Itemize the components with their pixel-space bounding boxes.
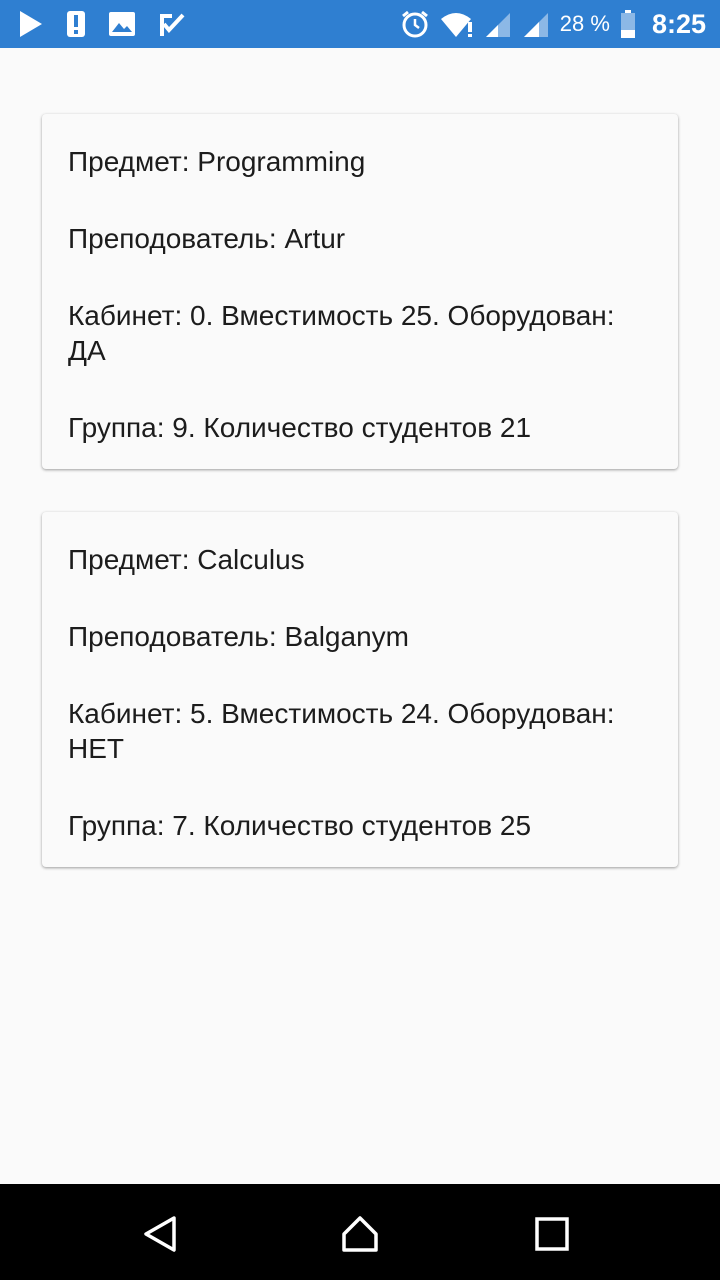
play-store-icon — [20, 11, 42, 37]
lesson-card[interactable]: Предмет: Programming Преподователь: Artu… — [42, 114, 678, 469]
gallery-icon — [109, 12, 135, 36]
battery-percent: 28 % — [559, 11, 610, 36]
notification-icons — [18, 8, 186, 40]
alert-icon — [67, 11, 85, 37]
lesson-list: Предмет: Programming Преподователь: Artu… — [0, 48, 720, 1184]
clock: 8:25 — [651, 8, 706, 39]
subject-text: Предмет: Calculus — [68, 544, 305, 575]
group-text: Группа: 9. Количество студентов 21 — [68, 412, 532, 443]
room-text: Кабинет: 5. Вместимость 24. Оборудован: … — [68, 698, 615, 764]
alarm-icon — [401, 10, 428, 38]
status-bar: 28 % 8:25 — [0, 0, 720, 48]
wifi-icon — [440, 13, 472, 37]
lesson-card[interactable]: Предмет: Calculus Преподователь: Balgany… — [42, 512, 678, 867]
group-text: Группа: 7. Количество студентов 25 — [68, 810, 532, 841]
signal-icon-2 — [523, 13, 548, 37]
home-icon[interactable] — [340, 1214, 380, 1254]
signal-icon — [485, 13, 510, 37]
teacher-text: Преподователь: Artur — [68, 223, 346, 254]
teacher-text: Преподователь: Balganym — [68, 621, 409, 652]
subject-text: Предмет: Programming — [68, 146, 366, 177]
room-text: Кабинет: 0. Вместимость 25. Оборудован: … — [68, 300, 615, 366]
recent-apps-icon[interactable] — [532, 1214, 572, 1254]
task-check-icon — [160, 13, 185, 36]
system-icons: 28 % 8:25 — [400, 8, 706, 40]
back-icon[interactable] — [140, 1214, 180, 1254]
navigation-bar — [0, 1184, 720, 1280]
battery-icon — [620, 10, 635, 38]
